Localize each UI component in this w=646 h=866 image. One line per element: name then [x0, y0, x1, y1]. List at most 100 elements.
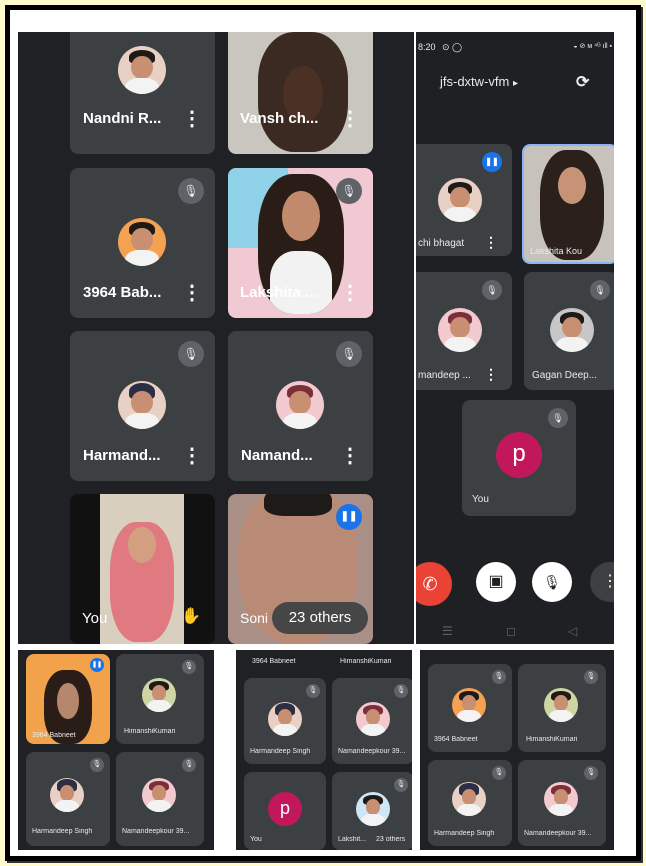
more-options-icon[interactable]: ⋮ — [340, 443, 360, 468]
participant-name: 3964 Bab... — [83, 284, 162, 301]
status-bar: 8:20 ⊙ ◯ ◒ ⊘ ᴍ ⁴ᴳ ıll ▪ — [416, 42, 614, 56]
participant-tile[interactable]: 🎙 3964 Babneet — [428, 664, 512, 752]
participant-name: Harmandeep Singh — [434, 830, 495, 837]
participant-tile[interactable]: 🎙 Lakshita ... ⋮ — [228, 168, 373, 318]
participant-tile[interactable]: ❚❚ chi bhagat ⋮ — [416, 144, 512, 256]
meeting-code[interactable]: jfs-dxtw-vfm ▸ — [440, 74, 518, 89]
participant-tile[interactable]: 🎙 Harmandeep Singh — [26, 752, 110, 846]
participant-avatar — [118, 381, 166, 429]
participant-tile[interactable]: 🎙 Harmandeep Singh — [244, 678, 326, 764]
more-options-icon[interactable]: ⋮ — [182, 106, 202, 131]
self-tile[interactable]: p You — [244, 772, 326, 850]
collage-frame: Nandni R... ⋮ Vansh ch... ⋮ 🎙 3964 Bab..… — [5, 5, 641, 861]
others-button[interactable]: 23 others — [376, 836, 405, 843]
mic-off-icon: 🎙 — [394, 778, 408, 792]
more-options-icon[interactable]: ⋮ — [182, 280, 202, 305]
participant-name: You — [82, 610, 108, 627]
participant-name: Gagan Deep... — [532, 370, 598, 381]
status-icons-left: ⊙ ◯ — [442, 42, 463, 52]
self-view-tile[interactable]: You ✋ — [70, 494, 215, 644]
participant-tile[interactable]: Lakshita Kou — [522, 144, 614, 264]
more-controls-button[interactable]: ⋮ — [590, 562, 614, 602]
participant-avatar — [356, 792, 390, 826]
participant-name: Namand... — [241, 447, 313, 464]
switch-camera-icon[interactable]: ⟳ — [576, 72, 589, 92]
participant-tile[interactable]: Nandni R... ⋮ — [70, 32, 215, 154]
participant-tile[interactable]: 🎙 Namand... ⋮ — [228, 331, 373, 481]
speaking-indicator-icon: ❚❚ — [482, 152, 502, 172]
participant-name: HimanshiKumari — [340, 658, 392, 665]
mic-off-icon: 🎙 — [336, 341, 362, 367]
participant-tile[interactable]: 🎙 Lakshit... 23 others — [332, 772, 412, 850]
participant-tile[interactable]: 🎙 HimanshiKumari — [116, 654, 204, 744]
camera-off-button[interactable]: ▣ — [476, 562, 516, 602]
mic-off-icon: 🎙 — [548, 408, 568, 428]
mic-off-button[interactable]: 🎙 — [532, 562, 572, 602]
participant-video — [540, 150, 604, 260]
more-options-icon[interactable]: ⋮ — [484, 234, 498, 251]
participant-tile[interactable]: 🎙 3964 Bab... ⋮ — [70, 168, 215, 318]
participant-name: Harmand... — [83, 447, 161, 464]
participant-avatar — [452, 782, 486, 816]
nav-menu-icon[interactable]: ☰ — [442, 624, 453, 638]
participant-avatar — [356, 702, 390, 736]
more-options-icon[interactable]: ⋮ — [182, 443, 202, 468]
mic-off-icon: 🎙 — [492, 766, 506, 780]
self-label: You — [250, 836, 262, 843]
mic-off-icon: 🎙 — [336, 178, 362, 204]
participant-avatar — [544, 688, 578, 722]
participant-tile[interactable]: 🎙 HimanshiKumari — [518, 664, 606, 752]
participant-tile[interactable]: 🎙 mandeep ... ⋮ — [416, 272, 512, 390]
participant-name: 3964 Babneet — [434, 736, 478, 743]
participant-video — [258, 32, 348, 152]
participant-tile[interactable]: Vansh ch... ⋮ — [228, 32, 373, 154]
participant-tile[interactable]: 🎙 Gagan Deep... — [524, 272, 614, 390]
participant-tile[interactable]: 🎙 Namandeepkour 39... — [116, 752, 204, 846]
more-options-icon[interactable]: ⋮ — [340, 106, 360, 131]
participant-name: 3964 Babneet — [32, 732, 76, 739]
caret-icon: ▸ — [512, 78, 518, 89]
mic-off-icon: 🎙 — [178, 341, 204, 367]
mic-off-icon: 🎙 — [590, 280, 610, 300]
participant-avatar — [142, 778, 176, 812]
participant-avatar — [276, 381, 324, 429]
participant-avatar — [118, 218, 166, 266]
meet-grid-panel: Nandni R... ⋮ Vansh ch... ⋮ 🎙 3964 Bab..… — [18, 32, 414, 644]
mic-off-icon: 🎙 — [178, 178, 204, 204]
participant-name: Nandni R... — [83, 110, 162, 127]
participant-tile[interactable]: 🎙 Harmand... ⋮ — [70, 331, 215, 481]
speaking-indicator-icon: ❚❚ — [336, 504, 362, 530]
phone-meet-panel: 8:20 ⊙ ◯ ◒ ⊘ ᴍ ⁴ᴳ ıll ▪ jfs-dxtw-vfm ▸ ⟳… — [416, 32, 614, 644]
mic-off-icon: 🎙 — [584, 670, 598, 684]
participant-name: Namandeepkour 39... — [524, 830, 592, 837]
participant-name: HimanshiKumari — [526, 736, 578, 743]
speaking-indicator-icon: ❚❚ — [90, 658, 104, 672]
others-button[interactable]: 23 others — [272, 602, 368, 634]
participant-name: Namandeepkour 39... — [338, 748, 406, 755]
end-call-button[interactable]: ✆ — [416, 562, 452, 606]
mic-off-icon: 🎙 — [90, 758, 104, 772]
participant-avatar — [142, 678, 176, 712]
mic-off-icon: 🎙 — [394, 684, 408, 698]
nav-home-icon[interactable]: ◻ — [506, 624, 516, 638]
raise-hand-icon[interactable]: ✋ — [180, 606, 202, 626]
participant-name: Lakshita Kou — [530, 246, 583, 256]
participant-tile[interactable]: ❚❚ 3964 Babneet — [26, 654, 110, 744]
participant-name: Harmandeep Singh — [250, 748, 311, 755]
participant-name: chi bhagat — [418, 238, 465, 249]
self-tile[interactable]: 🎙 p You — [462, 400, 576, 516]
bottom-left-panel: ❚❚ 3964 Babneet 🎙 HimanshiKumari 🎙 Harma… — [18, 650, 214, 850]
participant-tile[interactable]: 🎙 Namandeepkour 39... — [518, 760, 606, 846]
bottom-right-panel: 🎙 3964 Babneet 🎙 HimanshiKumari 🎙 Harman… — [420, 650, 614, 850]
participant-name: Lakshita ... — [240, 284, 318, 301]
more-options-icon[interactable]: ⋮ — [484, 366, 498, 383]
nav-back-icon[interactable]: ◁ — [568, 624, 577, 638]
participant-tile[interactable]: 🎙 Harmandeep Singh — [428, 760, 512, 846]
mic-off-icon: 🎙 — [492, 670, 506, 684]
participant-tile[interactable]: ❚❚ Soni 23 others — [228, 494, 373, 644]
participant-avatar — [438, 178, 482, 222]
more-options-icon[interactable]: ⋮ — [340, 280, 360, 305]
participant-name: Lakshit... — [338, 836, 367, 843]
participant-name: Vansh ch... — [240, 110, 319, 127]
participant-tile[interactable]: 🎙 Namandeepkour 39... — [332, 678, 412, 764]
